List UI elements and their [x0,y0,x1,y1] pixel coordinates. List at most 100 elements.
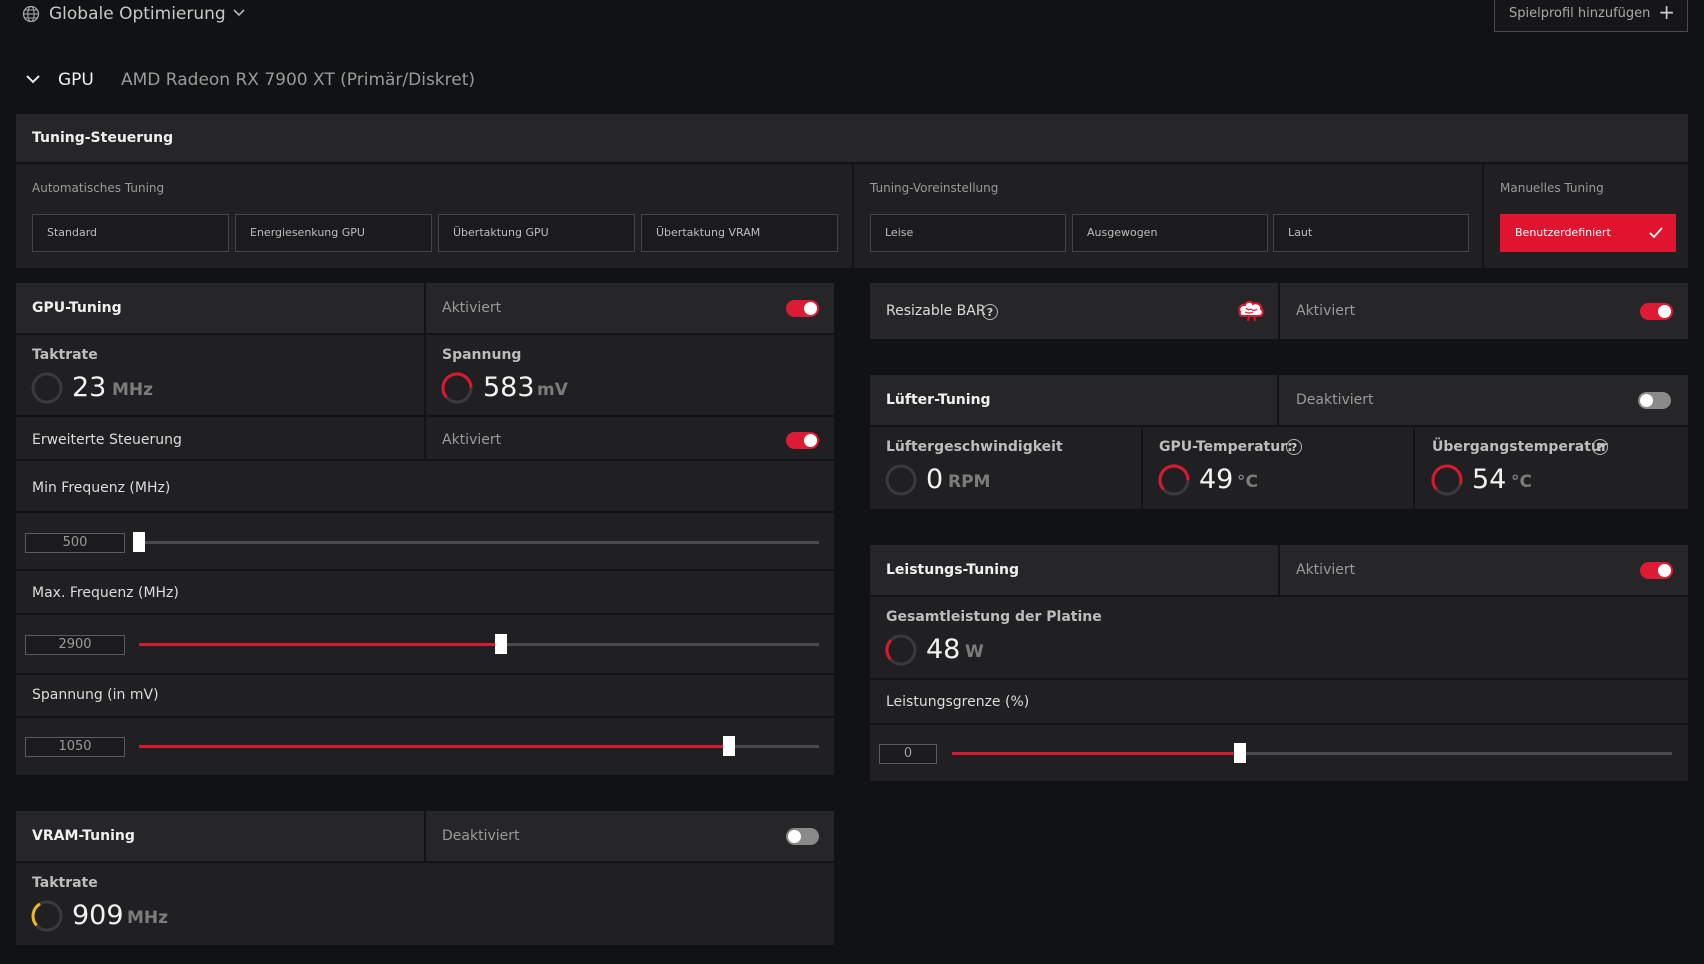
power-limit-input[interactable]: 0 [879,744,937,764]
power-tuning-title: Leistungs-Tuning [886,562,1020,578]
board-power-gauge [885,634,917,666]
advanced-control-toggle[interactable] [786,432,819,449]
power-limit-slider[interactable] [952,743,1672,763]
fan-speed-label: Lüftergeschwindigkeit [886,439,1063,455]
preset-balanced-button[interactable]: Ausgewogen [1072,214,1268,252]
min-frequency-thumb[interactable] [133,532,145,552]
fan-tuning-title: Lüfter-Tuning [886,392,991,408]
vram-tuning-panel: VRAM-Tuning Deaktiviert Taktrate 909 MHz [16,811,834,945]
vram-tuning-title: VRAM-Tuning [32,828,135,844]
voltage-slider[interactable] [139,736,819,756]
voltage-thumb[interactable] [722,736,735,756]
globe-icon [22,5,40,23]
max-frequency-input[interactable]: 2900 [25,635,125,655]
check-icon [1649,227,1663,239]
max-frequency-fill [139,643,502,646]
gpu-temperature-label: GPU-Temperatur: [1159,439,1293,455]
preset-power-saving-button[interactable]: Energiesenkung GPU [235,214,432,252]
resizable-bar-panel: Resizable BAR ? Aktiviert [870,283,1688,339]
junction-temperature-gauge [1431,464,1463,496]
fan-speed-gauge [885,464,917,496]
manual-tuning-label: Manuelles Tuning [1500,181,1604,195]
preset-standard-button[interactable]: Standard [32,214,229,252]
vram-clock-gauge [31,900,63,932]
board-power-value: 48 [926,634,961,665]
add-game-profile-label: Spielprofil hinzufügen [1509,6,1651,21]
power-limit-fill [952,752,1240,755]
gpu-tuning-title: GPU-Tuning [32,300,122,316]
fan-tuning-toggle[interactable] [1638,392,1671,409]
max-frequency-thumb[interactable] [495,634,508,654]
gpu-voltage-unit: mV [537,380,568,400]
max-frequency-slider[interactable] [139,634,819,654]
gpu-section-header[interactable]: GPU AMD Radeon RX 7900 XT (Primär/Diskre… [22,66,482,94]
gpu-tuning-toggle[interactable] [786,300,819,317]
board-power-unit: W [965,642,984,662]
tuning-preset-label: Tuning-Voreinstellung [870,181,999,195]
add-game-profile-button[interactable]: Spielprofil hinzufügen + [1494,0,1688,32]
power-limit-label: Leistungsgrenze (%) [886,694,1030,710]
junction-temperature-label: Übergangstemperatur [1432,439,1608,455]
vram-clock-unit: MHz [127,908,169,928]
gpu-temperature-value: 49 [1199,464,1234,495]
voltage-fill [139,745,729,748]
tuning-control-title: Tuning-Steuerung [32,130,174,146]
gpu-clock-unit: MHz [112,380,154,400]
gpu-voltage-label: Spannung [442,347,522,363]
custom-tuning-button[interactable]: Benutzerdefiniert [1500,214,1676,252]
gpu-temperature-unit: °C [1237,472,1258,492]
fan-tuning-panel: Lüfter-Tuning Deaktiviert Lüftergeschwin… [870,375,1688,509]
power-tuning-toggle[interactable] [1640,562,1673,579]
max-frequency-label: Max. Frequenz (MHz) [32,585,179,601]
power-tuning-status: Aktiviert [1296,562,1356,578]
vram-tuning-status: Deaktiviert [442,828,520,844]
min-frequency-slider[interactable] [133,532,819,552]
auto-tuning-label: Automatisches Tuning [32,181,165,195]
gpu-clock-label: Taktrate [32,347,98,363]
gpu-temperature-gauge [1158,464,1190,496]
profile-selector[interactable]: Globale Optimierung [22,2,262,28]
custom-tuning-label: Benutzerdefiniert [1515,226,1611,239]
gpu-tuning-panel: GPU-Tuning Aktiviert Taktrate 23 MHz Spa… [16,283,834,775]
chevron-down-icon [233,9,245,17]
plus-icon: + [1658,0,1675,24]
voltage-input[interactable]: 1050 [25,737,125,757]
junction-temperature-help-icon[interactable]: ? [1592,439,1608,455]
power-tuning-panel: Leistungs-Tuning Aktiviert Gesamtleistun… [870,545,1688,781]
profile-title: Globale Optimierung [49,4,226,24]
vram-clock-value: 909 [72,900,124,931]
tuning-control-panel: Tuning-Steuerung Automatisches Tuning St… [16,114,1688,268]
fan-tuning-status: Deaktiviert [1296,392,1374,408]
advanced-control-label: Erweiterte Steuerung [32,432,182,448]
gpu-tuning-status: Aktiviert [442,300,502,316]
min-frequency-label: Min Frequenz (MHz) [32,480,171,496]
advanced-control-status: Aktiviert [442,432,502,448]
gpu-temperature-help-icon[interactable]: ? [1286,439,1302,455]
gpu-clock-value: 23 [72,372,107,403]
preset-loud-button[interactable]: Laut [1273,214,1469,252]
power-limit-thumb[interactable] [1234,743,1246,763]
junction-temperature-value: 54 [1472,464,1507,495]
resizable-bar-status: Aktiviert [1296,303,1356,319]
gpu-voltage-value: 583 [483,372,535,403]
gpu-clock-gauge [31,372,63,404]
junction-temperature-unit: °C [1511,472,1532,492]
resizable-bar-help-icon[interactable]: ? [982,304,998,320]
board-power-label: Gesamtleistung der Platine [886,609,1102,625]
chevron-down-icon [26,75,40,84]
resizable-bar-toggle[interactable] [1640,303,1673,320]
min-frequency-input[interactable]: 500 [25,533,125,553]
brain-icon [1238,300,1264,322]
fan-speed-unit: RPM [948,472,991,492]
vram-clock-label: Taktrate [32,875,98,891]
preset-overclock-vram-button[interactable]: Übertaktung VRAM [641,214,838,252]
preset-quiet-button[interactable]: Leise [870,214,1066,252]
gpu-device-name: AMD Radeon RX 7900 XT (Primär/Diskret) [121,70,476,90]
preset-overclock-gpu-button[interactable]: Übertaktung GPU [438,214,635,252]
fan-speed-value: 0 [926,464,944,495]
resizable-bar-label: Resizable BAR [886,303,986,319]
vram-tuning-toggle[interactable] [786,828,819,845]
gpu-voltage-gauge [441,372,473,404]
voltage-slider-label: Spannung (in mV) [32,687,159,703]
gpu-label: GPU [58,70,94,90]
